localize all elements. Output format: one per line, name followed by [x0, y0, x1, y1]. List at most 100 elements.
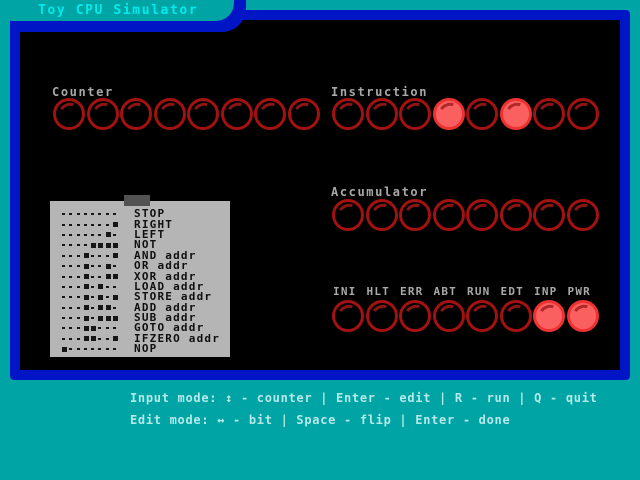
- bit-off-glyph: [76, 222, 84, 227]
- bit-on-glyph: [91, 242, 98, 248]
- bit-off-glyph: [76, 284, 84, 289]
- bit-off-glyph: [98, 253, 105, 258]
- led-indicator: [432, 199, 465, 231]
- led-glint: [503, 201, 528, 224]
- led-glint: [536, 201, 562, 224]
- bit-on-glyph: [91, 325, 98, 331]
- led-glint: [536, 302, 562, 325]
- bit-on-glyph: [83, 315, 91, 321]
- led-indicator: [432, 98, 465, 130]
- bit-off-glyph: [98, 336, 105, 341]
- window-title: Toy CPU Simulator: [38, 3, 199, 18]
- bit-off-glyph: [91, 222, 98, 227]
- bit-on-glyph: [105, 305, 113, 311]
- bit-off-glyph: [69, 316, 76, 321]
- led-indicator: [533, 300, 565, 332]
- led-indicator: [466, 98, 498, 130]
- led-glint: [90, 100, 115, 123]
- bit-off-glyph: [83, 347, 91, 352]
- bit-on-glyph: [113, 222, 120, 228]
- bit-on-glyph: [98, 305, 105, 311]
- bit-off-glyph: [69, 243, 76, 248]
- bit-on-glyph: [98, 284, 105, 290]
- led-indicator: [399, 199, 431, 231]
- legend-bit-pattern: [62, 263, 121, 269]
- led-indicator: [499, 98, 532, 130]
- legend-bit-pattern: [62, 242, 121, 248]
- bit-on-glyph: [113, 294, 120, 300]
- led-glint: [402, 201, 428, 224]
- bit-off-glyph: [76, 274, 84, 279]
- led-indicator: [332, 98, 364, 130]
- led-indicator: [533, 199, 565, 231]
- status-label: ABT: [433, 285, 457, 298]
- bit-off-glyph: [98, 274, 105, 279]
- led-indicator: [332, 199, 364, 231]
- bit-off-glyph: [69, 284, 76, 289]
- led-glint: [335, 302, 361, 325]
- led-indicator: [53, 98, 85, 130]
- legend-bit-pattern: [62, 222, 121, 228]
- led-glint: [257, 100, 283, 123]
- bit-off-glyph: [69, 336, 76, 341]
- led-indicator: [365, 98, 398, 130]
- accumulator-label: Accumulator: [331, 185, 429, 199]
- bit-off-glyph: [76, 253, 84, 258]
- bit-on-glyph: [83, 325, 91, 331]
- bit-off-glyph: [91, 264, 98, 269]
- bit-on-glyph: [83, 253, 91, 259]
- legend-bit-pattern: [62, 232, 121, 238]
- bit-off-glyph: [62, 232, 69, 237]
- bit-off-glyph: [69, 305, 76, 310]
- legend-bit-pattern: [62, 253, 121, 259]
- bit-on-glyph: [98, 315, 105, 321]
- bit-on-glyph: [83, 284, 91, 290]
- led-glint: [570, 201, 595, 224]
- bit-off-glyph: [113, 347, 120, 352]
- bit-off-glyph: [76, 243, 84, 248]
- bit-off-glyph: [105, 295, 113, 300]
- bit-off-glyph: [76, 264, 84, 269]
- legend-tab: [124, 195, 150, 206]
- bit-off-glyph: [113, 305, 120, 310]
- led-glint: [123, 100, 149, 123]
- bit-off-glyph: [76, 326, 84, 331]
- led-indicator: [120, 98, 152, 130]
- led-glint: [224, 100, 249, 123]
- led-glint: [469, 100, 495, 123]
- bit-off-glyph: [62, 295, 69, 300]
- bit-off-glyph: [91, 284, 98, 289]
- bit-on-glyph: [62, 346, 69, 352]
- led-indicator: [399, 98, 431, 130]
- bit-off-glyph: [105, 284, 113, 289]
- bit-off-glyph: [76, 336, 84, 341]
- bit-on-glyph: [105, 263, 113, 269]
- led-indicator: [566, 98, 599, 130]
- legend-bit-pattern: [62, 274, 121, 280]
- bit-on-glyph: [83, 294, 91, 300]
- input-mode-help: Input mode: ↕ - counter | Enter - edit |…: [130, 391, 598, 405]
- bit-on-glyph: [91, 336, 98, 342]
- bit-on-glyph: [105, 315, 113, 321]
- legend-bit-pattern: [62, 213, 121, 216]
- bit-off-glyph: [76, 305, 84, 310]
- led-indicator: [86, 98, 119, 130]
- instruction-led-row: [332, 98, 599, 130]
- edit-mode-help: Edit mode: ↔ - bit | Space - flip | Ente…: [130, 413, 511, 427]
- legend-bit-pattern: [62, 325, 121, 331]
- bit-off-glyph: [69, 213, 76, 216]
- led-indicator: [399, 300, 431, 332]
- bit-off-glyph: [76, 232, 84, 237]
- bit-on-glyph: [113, 315, 120, 321]
- bit-off-glyph: [62, 222, 69, 227]
- led-glint: [369, 201, 394, 224]
- led-glint: [469, 302, 495, 325]
- led-glint: [503, 302, 528, 325]
- led-indicator: [153, 98, 186, 130]
- led-glint: [570, 302, 595, 325]
- bit-off-glyph: [91, 213, 98, 216]
- led-glint: [570, 100, 595, 123]
- bit-on-glyph: [105, 232, 113, 238]
- bit-off-glyph: [62, 243, 69, 248]
- bit-off-glyph: [98, 213, 105, 216]
